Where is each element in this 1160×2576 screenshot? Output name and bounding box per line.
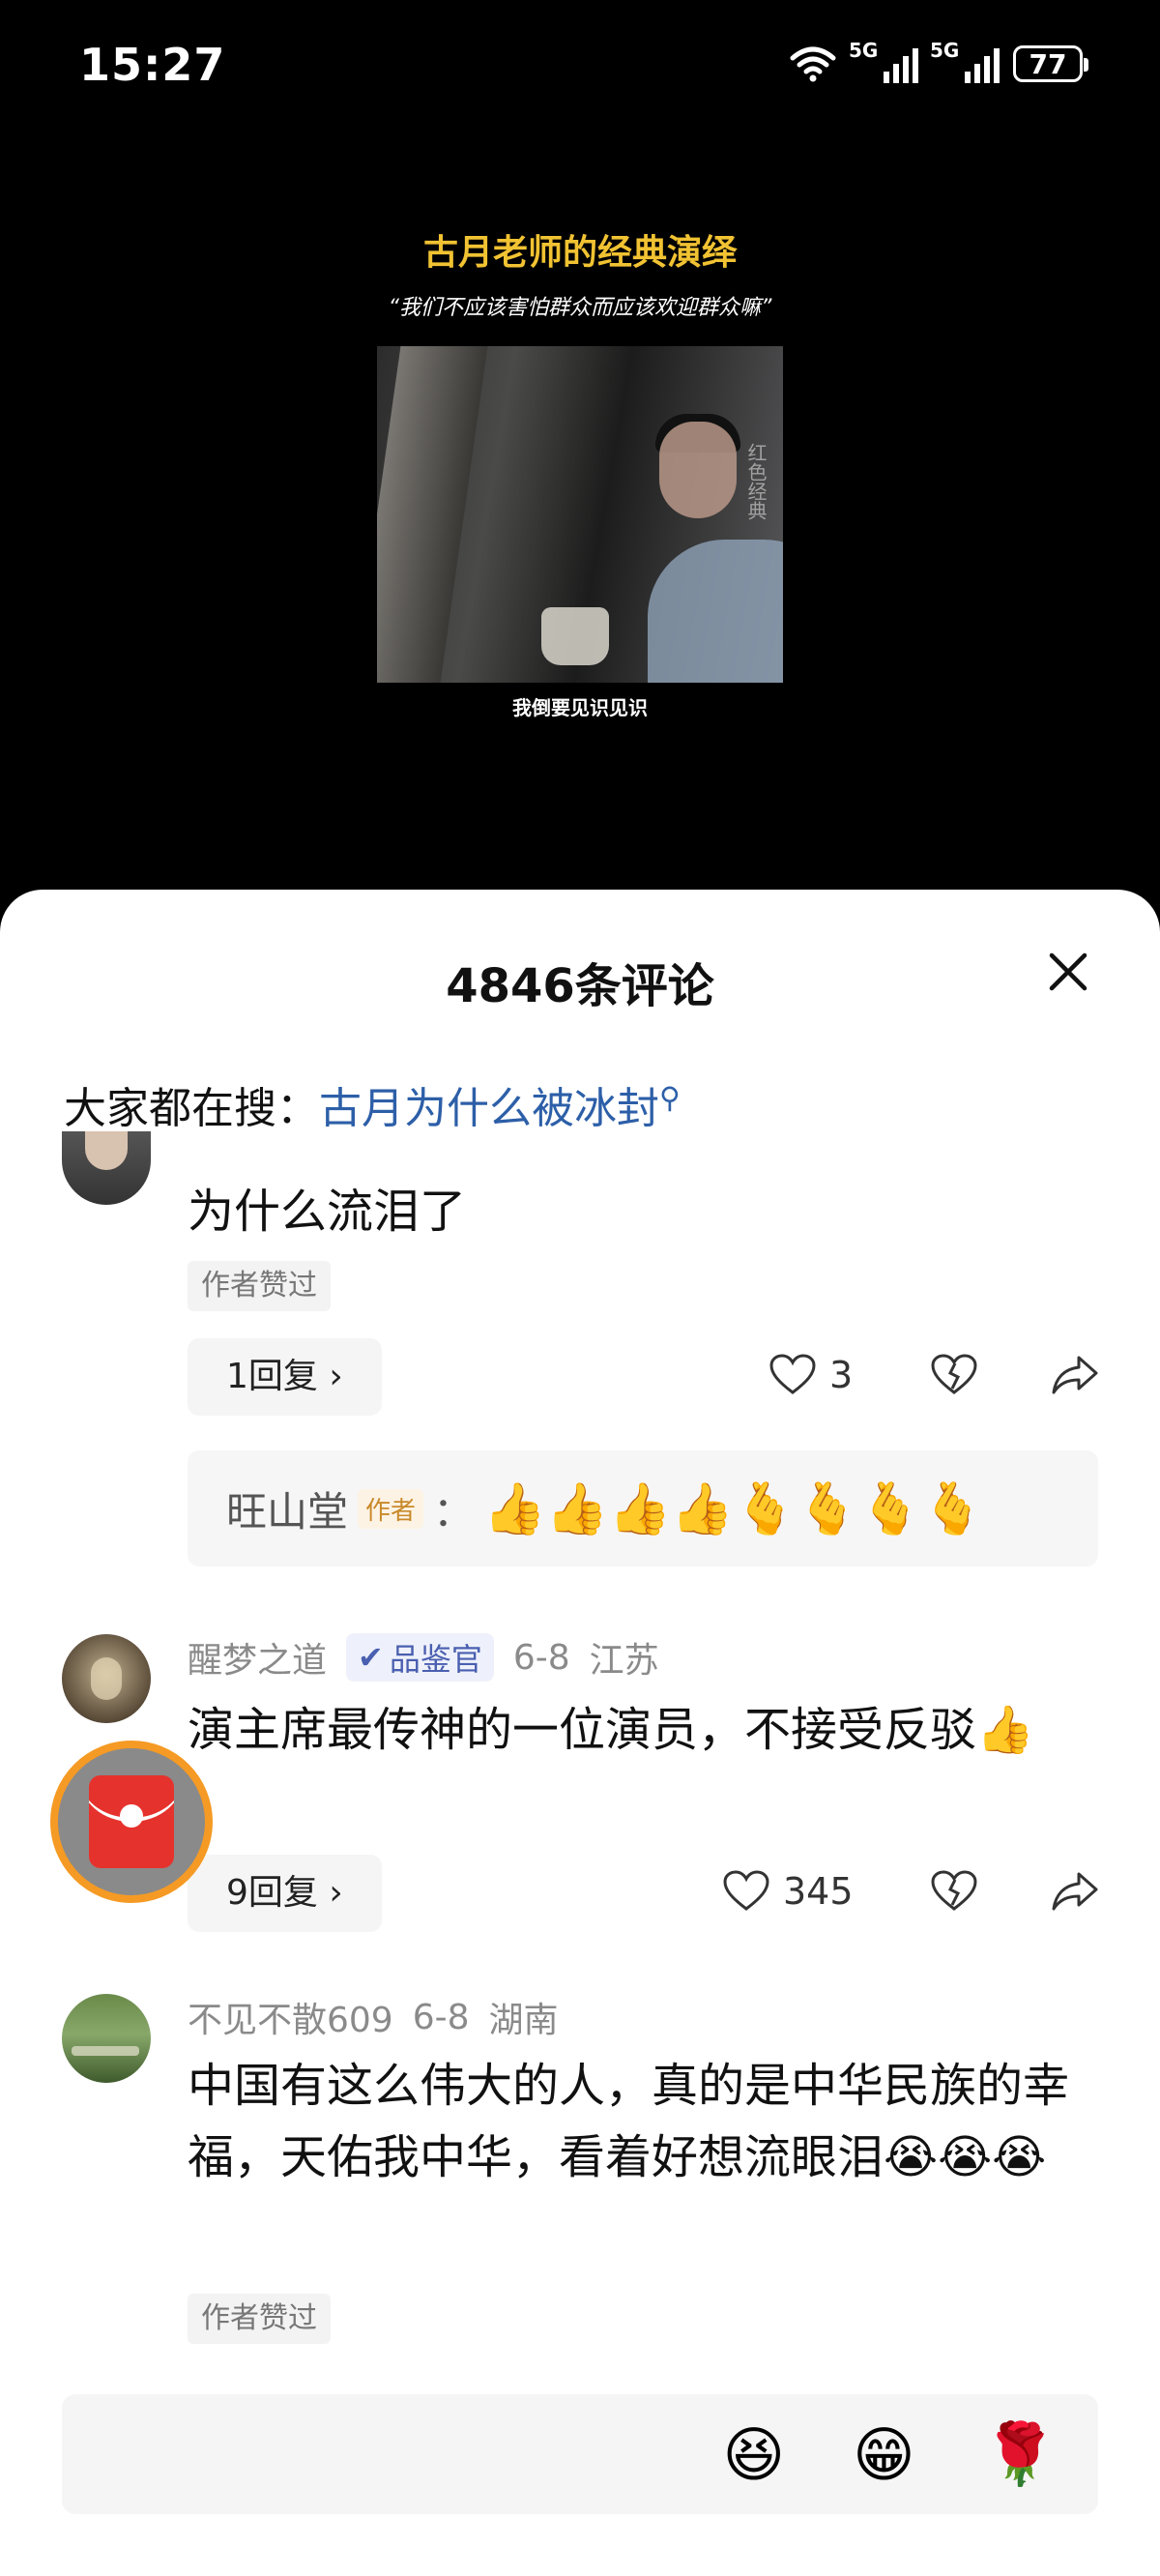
username[interactable]: 醒梦之道 (188, 1632, 327, 1683)
share-icon[interactable] (1050, 1870, 1100, 1913)
comment-date: 6-8 (412, 1997, 470, 2037)
comment-meta: 不见不散609 6-8 湖南 (188, 1992, 559, 2042)
comment-text: 为什么流泪了 (188, 1185, 467, 1239)
trending-search[interactable]: 大家都在搜：古月为什么被冰封⚲ (64, 1073, 681, 1135)
battery-icon: 77 (1013, 45, 1088, 82)
reply-author[interactable]: 旺山堂 (226, 1479, 348, 1538)
video-player[interactable]: 古月老师的经典演绎 “我们不应该害怕群众而应该欢迎群众嘛” 红色经典 我倒要见识… (0, 135, 1160, 890)
role-badge-label: 品鉴官 (389, 1641, 482, 1678)
share-icon[interactable] (1050, 1354, 1100, 1396)
dislike-icon[interactable] (931, 1354, 977, 1396)
emoji-rose-button[interactable]: 🌹 (983, 2418, 1058, 2490)
avatar[interactable] (62, 1994, 151, 2083)
author-tag: 作者 (358, 1488, 424, 1529)
pinned-author-reply[interactable]: 旺山堂 作者 ： 👍👍👍👍🫰🫰🫰🫰 (188, 1450, 1098, 1566)
emoji-laughing-button[interactable]: 😆 (723, 2419, 786, 2490)
reply-emojis: 👍👍👍👍🫰🫰🫰🫰 (483, 1479, 985, 1538)
like-count: 3 (829, 1354, 854, 1396)
comment-location: 江苏 (589, 1641, 659, 1681)
signal-icon-2: 5G (930, 39, 1000, 83)
comment-location: 湖南 (488, 2001, 559, 2040)
status-icons: 5G 5G 77 (789, 39, 1088, 83)
like-count: 345 (783, 1870, 854, 1913)
comment-input-bar[interactable]: 😆 😁 🌹 (62, 2394, 1098, 2514)
trending-search-keyword[interactable]: 古月为什么被冰封 (319, 1084, 659, 1133)
video-watermark: 红色经典 (744, 443, 768, 520)
heart-icon (769, 1354, 816, 1394)
close-icon[interactable] (1044, 948, 1092, 996)
network-type-label: 5G (849, 39, 879, 62)
video-title: 古月老师的经典演绎 (422, 233, 737, 273)
wifi-icon (790, 46, 836, 82)
signal-icon-1: 5G (849, 39, 918, 83)
reply-separator: ： (433, 1487, 475, 1536)
heart-icon (723, 1870, 769, 1911)
comments-count-title: 4846条评论 (446, 959, 714, 1013)
video-frame: 红色经典 (377, 346, 783, 683)
battery-level: 77 (1029, 47, 1067, 80)
video-caption: 我倒要见识见识 (512, 696, 648, 719)
red-envelope-icon (89, 1775, 174, 1868)
like-button[interactable]: 345 (723, 1870, 854, 1913)
comments-sheet: 4846条评论 大家都在搜：古月为什么被冰封⚲ 为什么流泪了 作者赞过 1回复 … (0, 890, 1160, 2576)
comment-meta: 醒梦之道 ✔ 品鉴官 6-8 江苏 (188, 1632, 659, 1683)
comment-text: 中国有这么伟大的人，真的是中华民族的幸福，天佑我中华，看着好想流眼泪😭😭😭 (188, 2059, 1070, 2184)
red-packet-float-button[interactable] (50, 1741, 213, 1903)
author-liked-badge: 作者赞过 (188, 1261, 331, 1311)
like-button[interactable]: 3 (769, 1354, 853, 1396)
view-replies-button[interactable]: 9回复 › (188, 1855, 382, 1932)
comment-text: 演主席最传神的一位演员，不接受反驳👍 (188, 1703, 1034, 1757)
search-icon: ⚲ (659, 1081, 681, 1116)
username[interactable]: 不见不散609 (188, 1992, 393, 2042)
video-subtitle: “我们不应该害怕群众而应该欢迎群众嘛” (388, 296, 772, 320)
trending-search-prefix: 大家都在搜： (64, 1084, 319, 1133)
avatar[interactable] (62, 1131, 151, 1205)
role-badge: ✔ 品鉴官 (346, 1633, 494, 1682)
dislike-icon[interactable] (931, 1870, 977, 1913)
view-replies-button[interactable]: 1回复 › (188, 1338, 382, 1416)
author-liked-badge: 作者赞过 (188, 2294, 331, 2344)
verified-icon: ✔ (358, 1639, 384, 1676)
status-time: 15:27 (79, 39, 226, 91)
comment-date: 6-8 (512, 1637, 570, 1678)
emoji-grin-button[interactable]: 😁 (853, 2419, 915, 2490)
network-type-label: 5G (930, 39, 960, 62)
status-bar: 15:27 5G 5G 77 (0, 0, 1160, 135)
avatar[interactable] (62, 1634, 151, 1723)
